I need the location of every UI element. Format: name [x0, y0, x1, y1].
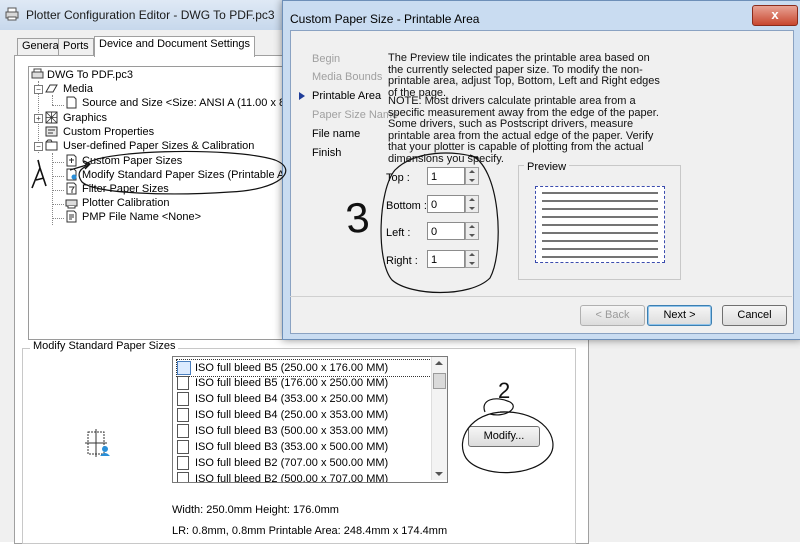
page-icon — [177, 376, 189, 391]
top-spinner[interactable] — [465, 167, 479, 185]
tree-item-filter-paper-sizes[interactable]: Filter Paper Sizes — [82, 182, 169, 196]
graphics-icon — [45, 111, 58, 124]
modify-paper-icon — [66, 168, 77, 181]
right-label: Right : — [386, 255, 418, 267]
tree-item-root[interactable]: DWG To PDF.pc3 — [47, 68, 133, 82]
list-item[interactable]: ISO full bleed B3 (500.00 x 353.00 MM) — [177, 423, 388, 439]
close-icon: x — [771, 7, 779, 22]
preview-label: Preview — [524, 161, 570, 173]
scroll-thumb[interactable] — [433, 373, 446, 389]
bottom-input[interactable]: 0 — [427, 195, 465, 213]
paper-size-list[interactable]: ISO full bleed B5 (250.00 x 176.00 MM) I… — [172, 356, 448, 483]
tree-collapse-user-defined[interactable]: − — [34, 142, 43, 151]
note-text: NOTE: Most drivers calculate printable a… — [388, 95, 659, 165]
paper-sizes-folder-icon — [45, 139, 58, 151]
tree-item-custom-properties[interactable]: Custom Properties — [63, 125, 154, 139]
page-icon — [66, 96, 77, 109]
step-printable-area: Printable Area — [312, 90, 382, 102]
step-finish: Finish — [312, 147, 342, 159]
left-input[interactable]: 0 — [427, 222, 465, 240]
bottom-spinner[interactable] — [465, 195, 479, 213]
tab-device-and-document-settings[interactable]: Device and Document Settings — [94, 36, 256, 57]
tree-item-pmp-file-name[interactable]: PMP File Name <None> — [82, 210, 201, 224]
dialog-title: Custom Paper Size - Printable Area — [290, 12, 480, 26]
modify-paper-size-icon — [85, 429, 110, 457]
step-paper-size-name: Paper Size Name — [312, 109, 399, 121]
page-icon — [177, 408, 189, 423]
tree-item-plotter-calibration[interactable]: Plotter Calibration — [82, 196, 169, 210]
plotter-file-icon — [31, 68, 44, 79]
modify-button[interactable]: Modify... — [468, 426, 540, 447]
page-icon — [177, 424, 189, 439]
left-label: Left : — [386, 227, 411, 239]
top-label: Top : — [386, 172, 410, 184]
page-icon — [177, 361, 191, 376]
preview-lines — [542, 192, 658, 258]
tree-item-custom-paper-sizes[interactable]: Custom Paper Sizes — [82, 154, 182, 168]
tree-collapse-media[interactable]: − — [34, 85, 43, 94]
step-media-bounds: Media Bounds — [312, 71, 383, 83]
paper-size-info: Width: 250.0mm Height: 176.0mm — [172, 504, 339, 516]
tree-item-graphics[interactable]: Graphics — [63, 111, 107, 125]
list-item[interactable]: ISO full bleed B5 (176.00 x 250.00 MM) — [177, 375, 388, 391]
cancel-button[interactable]: Cancel — [722, 305, 787, 326]
step-file-name: File name — [312, 128, 361, 140]
right-input[interactable]: 1 — [427, 250, 465, 268]
button-separator — [290, 296, 792, 297]
bottom-label: Bottom : — [386, 200, 427, 212]
plotter-app-icon — [5, 7, 19, 21]
list-item[interactable]: ISO full bleed B3 (353.00 x 500.00 MM) — [177, 439, 388, 455]
page-icon — [177, 456, 189, 471]
next-button[interactable]: Next > — [647, 305, 712, 326]
list-item[interactable]: ISO full bleed B4 (250.00 x 353.00 MM) — [177, 407, 388, 423]
close-button[interactable]: x — [752, 5, 798, 26]
printable-area-info: LR: 0.8mm, 0.8mm Printable Area: 248.4mm… — [172, 525, 448, 537]
filter-paper-icon — [66, 182, 77, 195]
preview-paper — [535, 186, 665, 263]
tree-item-source-and-size[interactable]: Source and Size <Size: ANSI A (11.00 x 8… — [82, 96, 313, 110]
scroll-down-icon[interactable] — [435, 472, 443, 476]
page-icon — [177, 440, 189, 455]
back-button[interactable]: < Back — [580, 305, 645, 326]
list-scrollbar[interactable] — [431, 357, 447, 480]
plotter-calibration-icon — [65, 199, 78, 209]
tree-item-media[interactable]: Media — [63, 82, 93, 96]
tree-item-user-defined[interactable]: User-defined Paper Sizes & Calibration — [63, 139, 254, 153]
list-item[interactable]: ISO full bleed B4 (353.00 x 250.00 MM) — [177, 391, 388, 407]
left-spinner[interactable] — [465, 222, 479, 240]
main-window-title: Plotter Configuration Editor - DWG To PD… — [26, 8, 275, 22]
custom-properties-icon — [45, 126, 58, 137]
page-icon — [177, 392, 189, 407]
custom-paper-icon — [66, 154, 77, 167]
list-item[interactable]: ISO full bleed B2 (500.00 x 707.00 MM) — [177, 471, 388, 482]
page-icon — [177, 472, 189, 482]
scroll-up-icon[interactable] — [435, 361, 443, 365]
tree-expand-graphics[interactable]: + — [34, 114, 43, 123]
pmp-file-icon — [66, 210, 77, 223]
current-step-arrow-icon — [299, 92, 305, 100]
media-icon — [45, 84, 58, 93]
group-title: Modify Standard Paper Sizes — [30, 340, 179, 352]
right-spinner[interactable] — [465, 250, 479, 268]
description-text: The Preview tile indicates the printable… — [388, 52, 660, 99]
tab-ports[interactable]: Ports — [58, 38, 94, 56]
top-input[interactable]: 1 — [427, 167, 465, 185]
step-begin: Begin — [312, 53, 341, 65]
list-item[interactable]: ISO full bleed B2 (707.00 x 500.00 MM) — [177, 455, 388, 471]
tree-item-modify-standard[interactable]: Modify Standard Paper Sizes (Printable A… — [82, 168, 304, 182]
